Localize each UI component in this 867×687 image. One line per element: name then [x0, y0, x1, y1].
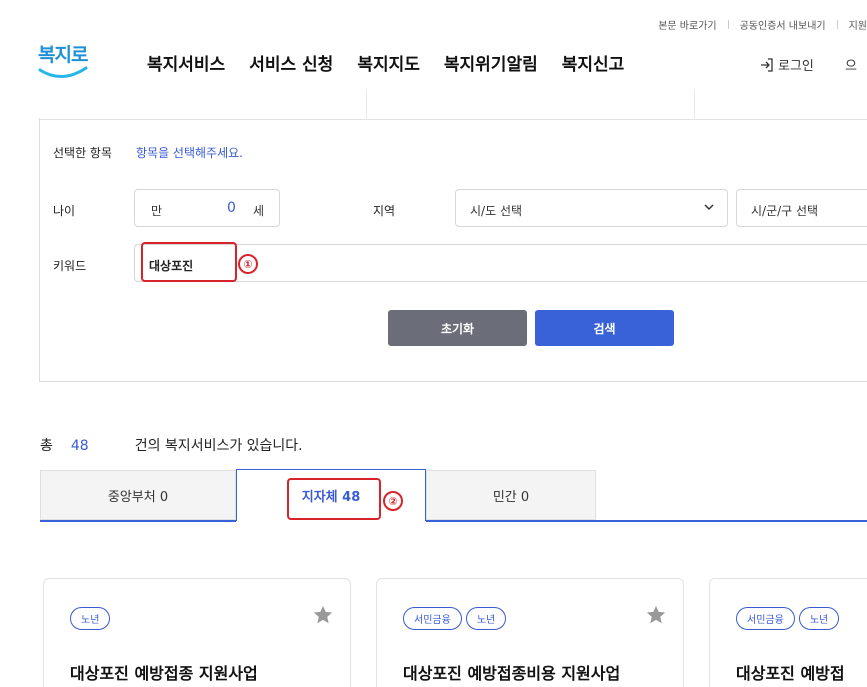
age-label: 나이	[53, 204, 76, 218]
header-extra-menu[interactable]: 으	[845, 55, 857, 74]
card-tag: 노년	[798, 607, 840, 630]
divider	[727, 19, 729, 29]
login-label: 로그인	[778, 59, 814, 74]
sigungu-select-value: 시/군/구 선택	[751, 204, 819, 218]
tab-underline	[426, 520, 867, 522]
age-input[interactable]: 만 0 세	[134, 189, 280, 227]
nav-welfare-report[interactable]: 복지신고	[562, 50, 625, 75]
export-cert-link[interactable]: 공동인증서 내보내기	[740, 17, 826, 32]
region-label: 지역	[373, 204, 396, 218]
logo-smile-icon	[38, 66, 88, 78]
sido-select[interactable]: 시/도 선택	[455, 189, 728, 227]
star-icon[interactable]	[645, 604, 667, 626]
divider	[366, 90, 367, 118]
card-tag: 노년	[465, 607, 507, 630]
card-tag: 노년	[70, 607, 111, 630]
selected-items-hint: 항목을 선택해주세요.	[136, 146, 243, 160]
divider	[694, 90, 695, 118]
card-tags: 서민금융 노년	[403, 607, 507, 630]
login-button[interactable]: 로그인	[760, 55, 814, 74]
nav-service-apply[interactable]: 서비스 신청	[249, 50, 333, 75]
chevron-down-icon	[704, 204, 714, 211]
utility-bar: 본문 바로가기 공동인증서 내보내기 지원	[658, 16, 867, 32]
card-tags: 서민금융 노년	[736, 607, 840, 630]
total-prefix: 총	[40, 438, 53, 454]
filter-table-strip	[40, 90, 867, 120]
nav-welfare-crisis-alert[interactable]: 복지위기알림	[444, 50, 538, 75]
logo[interactable]: 복지로	[38, 40, 90, 80]
keyword-label: 키워드	[53, 259, 87, 273]
annotation-box-tab	[287, 478, 381, 520]
card-title: 대상포진 예방접	[736, 664, 845, 683]
divider	[836, 19, 838, 29]
annotation-box-keyword	[141, 242, 237, 282]
nav-welfare-map[interactable]: 복지지도	[357, 50, 420, 75]
card-title: 대상포진 예방접종비용 지원사업	[403, 664, 621, 683]
result-count: 총 48 건의 복지서비스가 있습니다.	[40, 435, 303, 455]
annotation-number-1: ①	[238, 254, 258, 274]
header: 복지로 복지서비스 서비스 신청 복지지도 복지위기알림 복지신고 로그인 으	[0, 40, 867, 90]
tab-private[interactable]: 민간 0	[426, 470, 596, 520]
service-card[interactable]: 서민금융 노년 대상포진 예방접	[709, 578, 867, 687]
tab-underline	[40, 520, 236, 522]
tab-central-government[interactable]: 중앙부처 0	[40, 470, 236, 520]
skip-to-content-link[interactable]: 본문 바로가기	[658, 17, 716, 32]
support-link[interactable]: 지원	[849, 17, 867, 32]
sido-select-value: 시/도 선택	[470, 204, 523, 218]
service-card[interactable]: 노년 대상포진 예방접종 지원사업	[43, 578, 351, 687]
sigungu-select[interactable]: 시/군/구 선택	[736, 189, 867, 227]
age-prefix: 만	[151, 204, 163, 218]
main-nav: 복지서비스 서비스 신청 복지지도 복지위기알림 복지신고	[147, 50, 648, 75]
search-button[interactable]: 검색	[535, 310, 674, 346]
result-tabs: 중앙부처 0 지자체 48 민간 0	[40, 469, 867, 521]
selected-items-label: 선택한 항목	[53, 146, 113, 160]
age-value: 0	[227, 200, 236, 216]
nav-welfare-services[interactable]: 복지서비스	[147, 50, 225, 75]
age-unit: 세	[253, 204, 265, 218]
card-title: 대상포진 예방접종 지원사업	[70, 664, 258, 683]
total-suffix: 건의 복지서비스가 있습니다.	[134, 438, 303, 454]
search-panel: 선택한 항목 항목을 선택해주세요. 나이 만 0 세 지역 시/도 선택 시/…	[39, 118, 867, 382]
total-count: 48	[70, 438, 89, 454]
card-tag: 서민금융	[403, 607, 462, 630]
annotation-number-2: ②	[383, 491, 403, 511]
card-tags: 노년	[70, 607, 111, 630]
login-icon	[761, 57, 773, 72]
card-tag: 서민금융	[736, 607, 795, 630]
reset-button[interactable]: 초기화	[388, 310, 527, 346]
star-icon[interactable]	[312, 604, 334, 626]
service-card[interactable]: 서민금융 노년 대상포진 예방접종비용 지원사업	[376, 578, 684, 687]
